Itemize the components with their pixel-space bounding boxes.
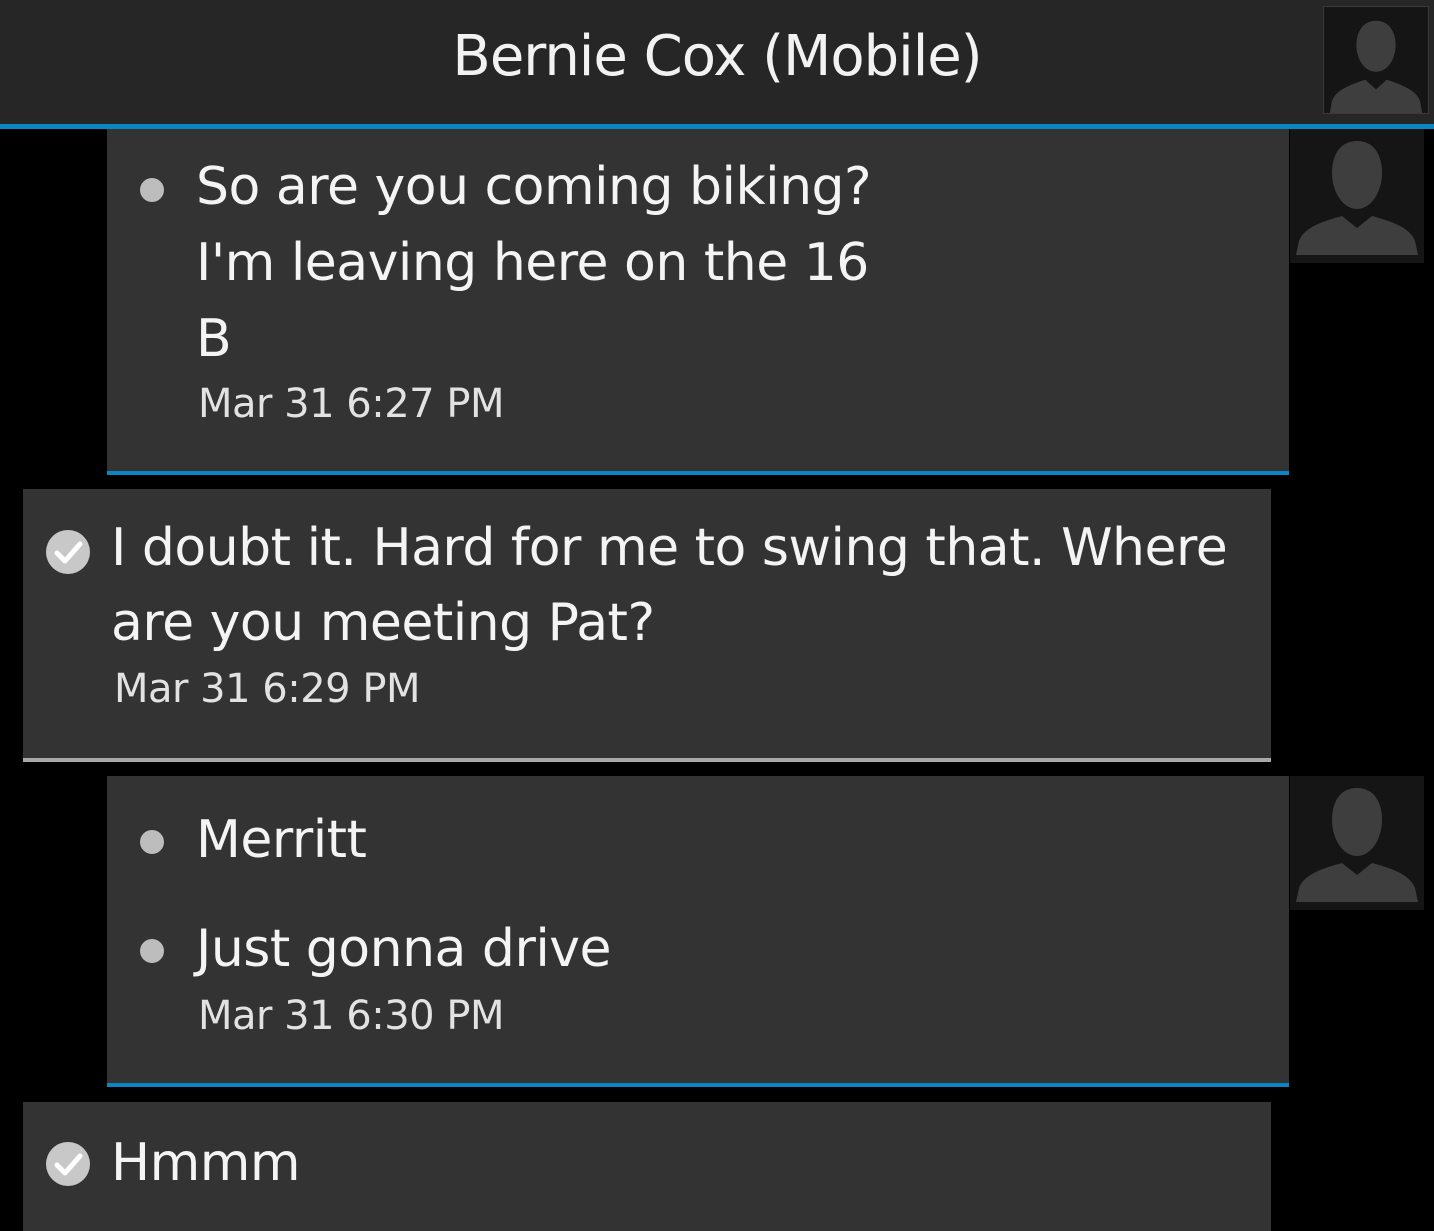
outgoing-message-bubble[interactable]: Hmmm <box>23 1102 1271 1231</box>
incoming-message-bubble[interactable]: Merritt Just gonna drive Mar 31 6:30 PM <box>107 776 1289 1087</box>
unread-dot-icon <box>140 178 164 202</box>
sender-avatar-icon <box>1290 129 1424 263</box>
message-timestamp: Mar 31 6:29 PM <box>114 666 420 712</box>
conversation-header: Bernie Cox (Mobile) <box>0 0 1434 129</box>
message-timestamp: Mar 31 6:30 PM <box>198 993 504 1039</box>
message-text-line: I doubt it. Hard for me to swing that. W… <box>111 518 1228 578</box>
sender-avatar-icon <box>1290 776 1424 910</box>
contact-avatar-icon[interactable] <box>1323 6 1429 114</box>
message-text-line: Just gonna drive <box>196 919 612 979</box>
delivered-check-icon <box>45 1141 91 1187</box>
unread-dot-icon <box>140 830 164 854</box>
contact-name-title[interactable]: Bernie Cox (Mobile) <box>0 24 1434 89</box>
delivered-check-icon <box>45 529 91 575</box>
message-text-line: Hmmm <box>111 1133 301 1193</box>
message-text-line: are you meeting Pat? <box>111 593 655 653</box>
message-text-line: So are you coming biking? <box>196 157 872 217</box>
outgoing-message-bubble[interactable]: I doubt it. Hard for me to swing that. W… <box>23 489 1271 762</box>
unread-dot-icon <box>140 939 164 963</box>
message-timestamp: Mar 31 6:27 PM <box>198 381 504 427</box>
message-text-line: I'm leaving here on the 16 <box>196 233 869 293</box>
conversation-screen: Bernie Cox (Mobile) So are you coming bi… <box>0 0 1434 1231</box>
incoming-message-bubble[interactable]: So are you coming biking? I'm leaving he… <box>107 129 1289 475</box>
message-text-line: Merritt <box>196 810 367 870</box>
message-text-line: B <box>196 309 232 369</box>
